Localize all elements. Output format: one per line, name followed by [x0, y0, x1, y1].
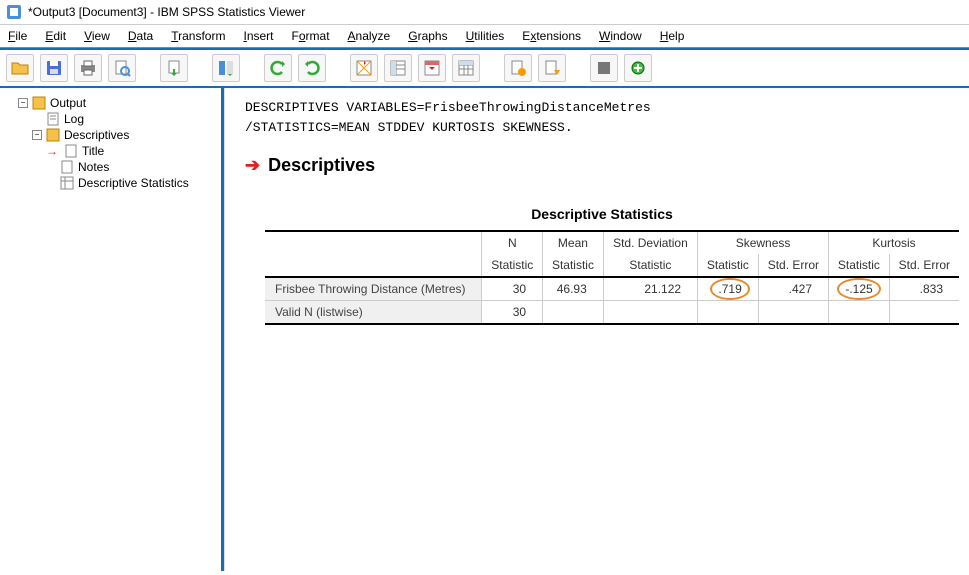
menu-format[interactable]: Format	[292, 29, 330, 43]
cell-kurt-stat	[829, 301, 890, 325]
menu-window[interactable]: Window	[599, 29, 642, 43]
cell-mean	[543, 301, 604, 325]
syntax-line: /STATISTICS=MEAN STDDEV KURTOSIS SKEWNES…	[245, 118, 949, 138]
book-icon	[46, 128, 60, 142]
tree-notes[interactable]: Notes	[46, 160, 217, 174]
sub-se: Std. Error	[758, 254, 828, 277]
cell-kurt-se	[889, 301, 959, 325]
add-button[interactable]	[624, 54, 652, 82]
descriptive-stats-table: N Mean Std. Deviation Skewness Kurtosis …	[265, 230, 959, 325]
cell-skew-se	[758, 301, 828, 325]
cell-stddev: 21.122	[603, 277, 697, 301]
row-label: Valid N (listwise)	[265, 301, 482, 325]
sub-se: Std. Error	[889, 254, 959, 277]
menubar: File Edit View Data Transform Insert For…	[0, 25, 969, 48]
table-icon	[60, 176, 74, 190]
cell-kurt-se: .833	[889, 277, 959, 301]
preview-button[interactable]	[108, 54, 136, 82]
cell-n: 30	[482, 277, 543, 301]
cell-skew-stat	[698, 301, 759, 325]
tree-output-label: Output	[50, 96, 86, 110]
cell-mean: 46.93	[543, 277, 604, 301]
menu-help[interactable]: Help	[660, 29, 685, 43]
save-button[interactable]	[40, 54, 68, 82]
cell-stddev	[603, 301, 697, 325]
menu-analyze[interactable]: Analyze	[348, 29, 391, 43]
notes-icon	[60, 160, 74, 174]
col-mean: Mean	[543, 231, 604, 254]
tree-descriptives[interactable]: − Descriptives	[32, 128, 217, 142]
outline-tree[interactable]: − Output Log − Descriptives	[4, 96, 217, 190]
table-row: Valid N (listwise) 30	[265, 301, 959, 325]
arrow-icon: ➔	[245, 155, 260, 176]
goto-data-button[interactable]	[350, 54, 378, 82]
export-button[interactable]	[160, 54, 188, 82]
menu-extensions[interactable]: Extensions	[522, 29, 581, 43]
tree-title[interactable]: → Title	[46, 144, 217, 158]
run-button[interactable]	[538, 54, 566, 82]
designate-window-button[interactable]	[590, 54, 618, 82]
tree-log-label: Log	[64, 112, 84, 126]
open-button[interactable]	[6, 54, 34, 82]
sub-stat: Statistic	[829, 254, 890, 277]
cell-skew-stat: .719	[698, 277, 759, 301]
tree-title-label: Title	[82, 144, 104, 158]
cell-skew-se: .427	[758, 277, 828, 301]
goto-variable-button[interactable]	[418, 54, 446, 82]
dialog-recall-button[interactable]	[212, 54, 240, 82]
syntax-line: DESCRIPTIVES VARIABLES=FrisbeeThrowingDi…	[245, 98, 949, 118]
collapse-icon[interactable]: −	[18, 98, 28, 108]
collapse-icon[interactable]: −	[32, 130, 42, 140]
menu-utilities[interactable]: Utilities	[466, 29, 505, 43]
window-titlebar: *Output3 [Document3] - IBM SPSS Statisti…	[0, 0, 969, 25]
menu-graphs[interactable]: Graphs	[408, 29, 447, 43]
row-label: Frisbee Throwing Distance (Metres)	[265, 277, 482, 301]
content-pane[interactable]: DESCRIPTIVES VARIABLES=FrisbeeThrowingDi…	[224, 88, 969, 571]
cell-kurt-stat: -.125	[829, 277, 890, 301]
menu-edit[interactable]: Edit	[45, 29, 66, 43]
variables-button[interactable]	[452, 54, 480, 82]
syntax-block: DESCRIPTIVES VARIABLES=FrisbeeThrowingDi…	[245, 98, 949, 137]
heading-text: Descriptives	[268, 155, 375, 176]
title-icon	[64, 144, 78, 158]
active-arrow-icon: →	[46, 144, 58, 158]
goto-case-button[interactable]	[384, 54, 412, 82]
section-heading: ➔ Descriptives	[245, 155, 949, 176]
outline-pane[interactable]: − Output Log − Descriptives	[0, 88, 224, 571]
col-stddev: Std. Deviation	[603, 231, 697, 254]
menu-insert[interactable]: Insert	[243, 29, 273, 43]
menu-view[interactable]: View	[84, 29, 110, 43]
table-title: Descriptive Statistics	[255, 206, 949, 222]
app-icon	[6, 4, 22, 20]
tree-notes-label: Notes	[78, 160, 109, 174]
cell-n: 30	[482, 301, 543, 325]
print-button[interactable]	[74, 54, 102, 82]
col-skewness: Skewness	[698, 231, 829, 254]
output-icon	[32, 96, 46, 110]
sub-stat: Statistic	[482, 254, 543, 277]
menu-data[interactable]: Data	[128, 29, 153, 43]
col-kurtosis: Kurtosis	[829, 231, 959, 254]
redo-button[interactable]	[298, 54, 326, 82]
tree-descriptives-label: Descriptives	[64, 128, 129, 142]
col-n: N	[482, 231, 543, 254]
tree-descstats-label: Descriptive Statistics	[78, 176, 189, 190]
tree-root[interactable]: − Output	[18, 96, 217, 110]
select-last-button[interactable]	[504, 54, 532, 82]
tree-descstats[interactable]: Descriptive Statistics	[46, 176, 217, 190]
main-area: − Output Log − Descriptives	[0, 88, 969, 571]
toolbar	[0, 48, 969, 88]
menu-file[interactable]: File	[8, 29, 27, 43]
log-icon	[46, 112, 60, 126]
sub-stat: Statistic	[543, 254, 604, 277]
sub-stat: Statistic	[603, 254, 697, 277]
table-row: Frisbee Throwing Distance (Metres) 30 46…	[265, 277, 959, 301]
tree-log[interactable]: Log	[32, 112, 217, 126]
sub-stat: Statistic	[698, 254, 759, 277]
window-title: *Output3 [Document3] - IBM SPSS Statisti…	[28, 5, 305, 19]
undo-button[interactable]	[264, 54, 292, 82]
menu-transform[interactable]: Transform	[171, 29, 225, 43]
